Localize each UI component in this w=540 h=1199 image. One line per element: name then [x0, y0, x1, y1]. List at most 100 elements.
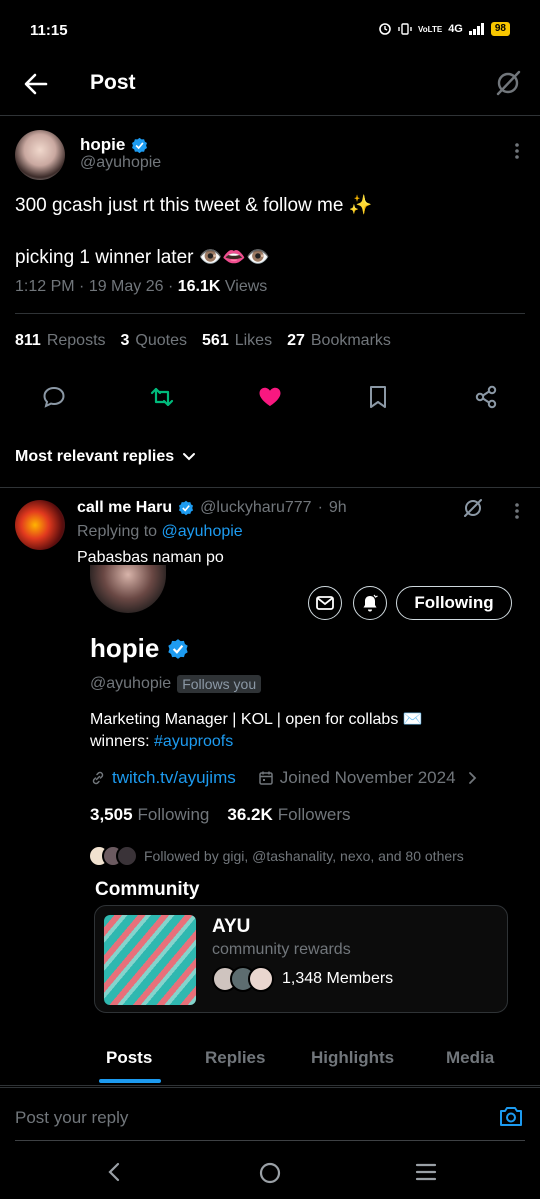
back-arrow-icon[interactable]	[22, 70, 50, 98]
followers-label: Followers	[277, 805, 351, 824]
tab-media[interactable]: Media	[446, 1048, 494, 1068]
reply-age: 9h	[328, 499, 347, 516]
reply-author[interactable]: call me Haru @luckyharu777 · 9h	[77, 499, 347, 517]
tab-posts[interactable]: Posts	[106, 1048, 152, 1068]
profile-counts: 3,505 Following 36.2K Followers	[90, 805, 350, 825]
post-views-label: Views	[224, 278, 268, 295]
following-count: 3,505	[90, 805, 133, 824]
bio-prefix: winners:	[90, 733, 150, 750]
community-banner-image	[104, 915, 196, 1005]
nav-menu-icon[interactable]	[414, 1161, 438, 1183]
followers-count-link[interactable]: 36.2K Followers	[227, 805, 350, 825]
verified-badge-icon	[167, 638, 189, 660]
profile-bio-line2: winners: #ayuproofs	[90, 733, 233, 751]
quotes-label: Quotes	[135, 332, 188, 349]
followed-by-row[interactable]: Followed by gigi, @tashanality, nexo, an…	[88, 845, 464, 867]
followed-by-avatars	[88, 845, 138, 867]
bookmark-icon[interactable]	[364, 383, 392, 411]
profile-card-handle-row: @ayuhopie Follows you	[90, 675, 262, 693]
post-meta: 1:12 PM · 19 May 26 · 16.1K Views	[15, 278, 268, 295]
community-description: community rewards	[212, 941, 351, 958]
volte-label: VoLTE	[418, 24, 443, 34]
calendar-icon	[258, 770, 274, 786]
network-label: 4G	[448, 23, 463, 35]
camera-icon[interactable]	[498, 1104, 524, 1128]
reply-icon[interactable]	[40, 383, 68, 411]
top-header: Post	[0, 60, 540, 116]
profile-card-avatar[interactable]	[90, 565, 166, 613]
likes-stat[interactable]: 561 Likes	[202, 332, 272, 350]
profile-card-name-text: hopie	[90, 633, 160, 663]
post-time: 1:12 PM	[15, 278, 75, 295]
replies-sort-label: Most relevant replies	[15, 448, 175, 465]
reply-input[interactable]: Post your reply	[15, 1108, 128, 1128]
more-options-icon[interactable]	[514, 142, 520, 160]
community-members: 1,348 Members	[212, 966, 393, 992]
message-button[interactable]	[308, 586, 342, 620]
author-handle[interactable]: @ayuhopie	[80, 154, 161, 172]
following-count-link[interactable]: 3,505 Following	[90, 805, 209, 825]
status-icons: VoLTE 4G 98	[378, 22, 510, 36]
divider	[15, 313, 525, 314]
chevron-right-icon[interactable]	[468, 771, 477, 785]
link-icon	[90, 770, 106, 786]
reply-author-name: call me Haru	[77, 499, 173, 516]
alarm-icon	[378, 22, 392, 36]
verified-badge-icon	[131, 137, 148, 154]
joined-date: Joined November 2024	[279, 768, 456, 787]
following-label: Following	[137, 805, 210, 824]
post-stats: 811 Reposts 3 Quotes 561 Likes 27 Bookmarks	[15, 332, 391, 350]
battery-indicator: 98	[490, 22, 510, 36]
post-actions	[0, 383, 540, 413]
profile-card-handle: @ayuhopie	[90, 675, 172, 692]
avatar	[116, 845, 138, 867]
profile-bio-line1: Marketing Manager | KOL | open for colla…	[90, 711, 423, 728]
repost-icon[interactable]	[148, 383, 176, 411]
reply-separator: ·	[317, 499, 323, 516]
replying-to: Replying to @ayuhopie	[77, 523, 243, 541]
replying-to-handle[interactable]: @ayuhopie	[162, 523, 243, 540]
bookmarks-label: Bookmarks	[310, 332, 391, 349]
author-name[interactable]: hopie	[80, 135, 148, 155]
followers-count: 36.2K	[227, 805, 273, 824]
bio-hashtag[interactable]: #ayuproofs	[154, 733, 233, 750]
grok-icon[interactable]	[462, 497, 484, 519]
quotes-count: 3	[120, 332, 130, 349]
tab-highlights[interactable]: Highlights	[311, 1048, 394, 1068]
author-name-text: hopie	[80, 135, 126, 154]
system-nav-bar	[0, 1147, 540, 1199]
follows-you-badge: Follows you	[177, 675, 262, 693]
grok-icon[interactable]	[494, 69, 522, 97]
reply-author-handle: @luckyharu777	[200, 499, 312, 516]
notifications-button[interactable]	[353, 586, 387, 620]
community-card[interactable]: AYU community rewards 1,348 Members	[94, 905, 508, 1013]
post-text-line2: picking 1 winner later 👁️👄👁️	[15, 247, 270, 268]
profile-links: twitch.tv/ayujims Joined November 2024	[90, 768, 477, 788]
post-text-line1: 300 gcash just rt this tweet & follow me…	[15, 195, 373, 216]
reply-more-options-icon[interactable]	[514, 502, 520, 520]
following-button[interactable]: Following	[396, 586, 512, 620]
profile-link[interactable]: twitch.tv/ayujims	[112, 768, 236, 788]
divider	[0, 1085, 540, 1086]
post-views-count: 16.1K	[177, 278, 221, 295]
vibrate-icon	[398, 22, 412, 36]
nav-home-icon[interactable]	[258, 1161, 282, 1185]
likes-label: Likes	[234, 332, 273, 349]
reposts-stat[interactable]: 811 Reposts	[15, 332, 106, 350]
like-heart-icon[interactable]	[256, 383, 284, 411]
status-bar: 11:15 VoLTE 4G 98	[0, 0, 540, 60]
bookmarks-stat[interactable]: 27 Bookmarks	[287, 332, 391, 350]
replies-sort-dropdown[interactable]: Most relevant replies	[15, 448, 196, 466]
community-name: AYU	[212, 916, 251, 937]
nav-back-icon[interactable]	[106, 1161, 122, 1183]
reposts-label: Reposts	[46, 332, 106, 349]
share-icon[interactable]	[472, 383, 500, 411]
reposts-count: 811	[15, 332, 41, 349]
divider	[0, 487, 540, 488]
tab-replies[interactable]: Replies	[205, 1048, 265, 1068]
reply-author-avatar[interactable]	[15, 500, 65, 550]
author-avatar[interactable]	[15, 130, 65, 180]
profile-card-name[interactable]: hopie	[90, 633, 189, 664]
post-date: 19 May 26	[88, 278, 164, 295]
quotes-stat[interactable]: 3 Quotes	[121, 332, 188, 350]
